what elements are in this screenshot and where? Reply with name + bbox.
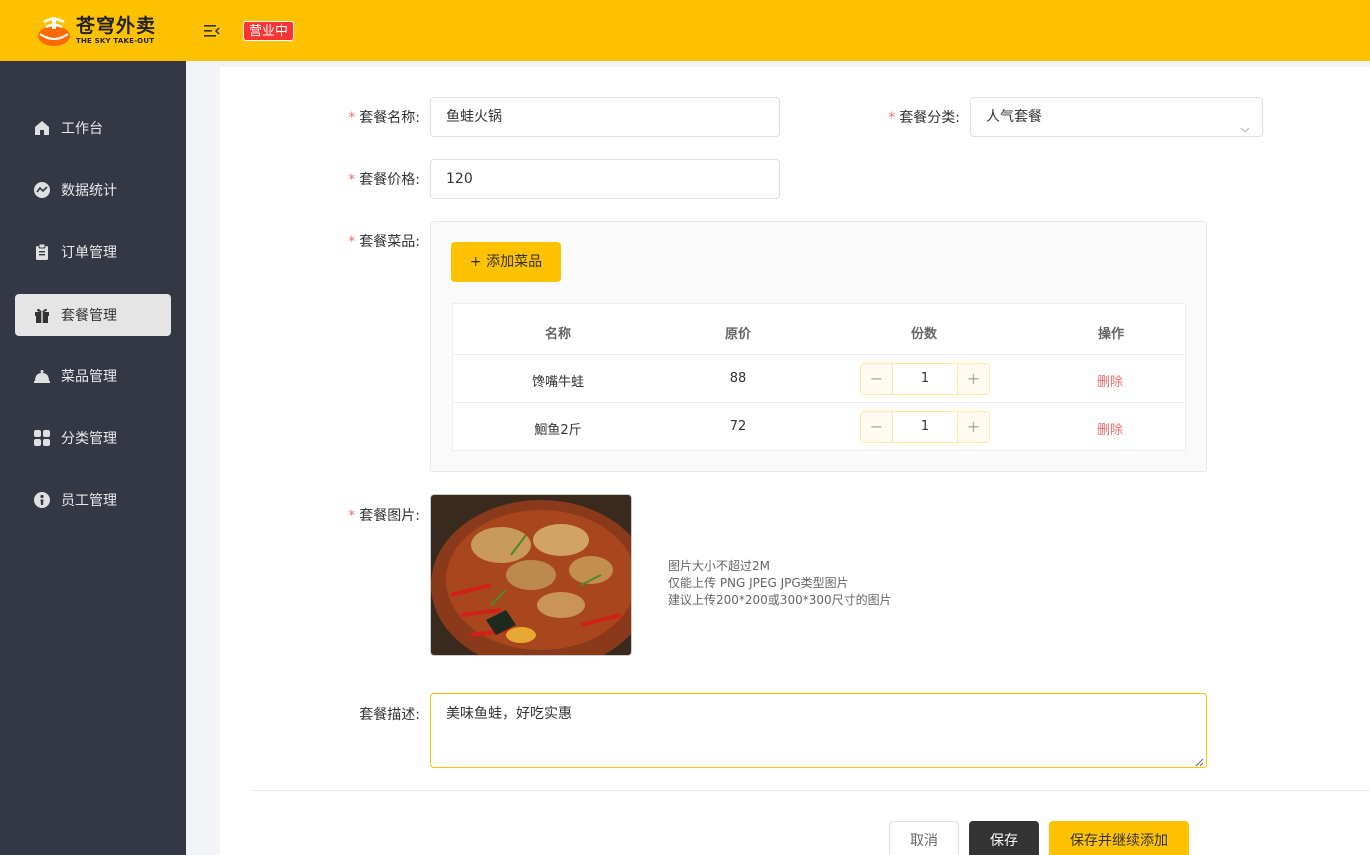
sidebar-item-label: 菜品管理 [61,369,117,385]
quantity-value[interactable]: 1 [893,364,957,394]
setmeal-name-input[interactable]: 鱼蛙火锅 [430,97,780,137]
setmeal-image-upload[interactable] [430,494,632,656]
gift-icon [33,306,51,324]
sidebar-item-label: 分类管理 [61,431,117,447]
logo-title: 苍穹外卖 [76,15,157,37]
collapse-menu-icon[interactable] [204,24,220,38]
table-divider [453,354,1187,355]
dish-price-cell: 72 [729,419,747,434]
upload-hint-line: 图片大小不超过2M [668,559,770,573]
quantity-stepper: − 1 + [860,363,990,395]
quantity-stepper: − 1 + [860,411,990,443]
sidebar: 工作台 数据统计 订单管理 套餐管理 菜品管理 分类管理 员工管理 [0,61,186,855]
resize-handle-icon[interactable] [1194,755,1204,767]
dish-panel: + 添加菜品 名称 原价 份数 操作 馋嘴牛蛙 88 − 1 + 删除 鮰鱼2斤… [430,221,1207,472]
category-label: * 套餐分类: [888,110,960,126]
chevron-down-icon [1240,112,1250,133]
sidebar-item-label: 工作台 [61,121,103,137]
logo-mark-icon [36,14,72,48]
footer-divider [250,790,1370,791]
save-button[interactable]: 保存 [969,821,1039,855]
upload-hint: 图片大小不超过2M 仅能上传 PNG JPEG JPG类型图片 建议上传200*… [668,558,892,609]
home-icon [33,119,51,137]
add-dish-button[interactable]: + 添加菜品 [451,242,561,282]
description-text: 美味鱼蛙，好吃实惠 [446,706,572,722]
cloche-icon [33,367,51,385]
image-label: * 套餐图片: [348,508,420,524]
dish-price-cell: 88 [729,371,747,386]
table-header-name: 名称 [544,327,571,342]
chart-icon [33,181,51,199]
sidebar-item-dishes[interactable]: 菜品管理 [15,355,171,397]
sidebar-item-label: 员工管理 [61,493,117,509]
sidebar-item-categories[interactable]: 分类管理 [15,417,171,459]
sidebar-item-employees[interactable]: 员工管理 [15,479,171,521]
delete-dish-link[interactable]: 删除 [1097,419,1123,438]
dish-table: 名称 原价 份数 操作 馋嘴牛蛙 88 − 1 + 删除 鮰鱼2斤 72 − 1… [452,303,1187,451]
delete-dish-link[interactable]: 删除 [1097,371,1123,390]
clipboard-icon [33,243,51,261]
grid-icon [33,429,51,447]
decrease-quantity-button[interactable]: − [861,412,893,442]
save-and-continue-button[interactable]: 保存并继续添加 [1049,821,1189,855]
cancel-button[interactable]: 取消 [889,821,959,855]
quantity-value[interactable]: 1 [893,412,957,442]
price-label: * 套餐价格: [348,172,420,188]
setmeal-price-input[interactable]: 120 [430,159,780,199]
decrease-quantity-button[interactable]: − [861,364,893,394]
sidebar-item-orders[interactable]: 订单管理 [15,231,171,273]
table-header-qty: 份数 [910,327,937,342]
logo-subtitle: THE SKY TAKE-OUT [76,37,155,45]
desc-label: 套餐描述: [359,707,420,723]
sidebar-item-label: 套餐管理 [61,308,117,324]
table-header-price: 原价 [724,327,751,342]
table-header-action: 操作 [1097,327,1124,342]
upload-hint-line: 建议上传200*200或300*300尺寸的图片 [668,593,892,607]
hotpot-image [431,495,631,655]
top-header: 苍穹外卖 THE SKY TAKE-OUT 营业中 [0,0,1370,61]
name-label: * 套餐名称: [348,110,420,126]
dishes-label: * 套餐菜品: [348,234,420,250]
dish-name-cell: 馋嘴牛蛙 [531,375,584,390]
dish-name-cell: 鮰鱼2斤 [534,423,582,438]
category-select[interactable]: 人气套餐 [970,97,1263,137]
app-logo: 苍穹外卖 THE SKY TAKE-OUT [36,14,156,48]
setmeal-description-textarea[interactable]: 美味鱼蛙，好吃实惠 [430,693,1207,768]
sidebar-item-workbench[interactable]: 工作台 [15,107,171,149]
business-status-badge: 营业中 [243,21,295,41]
increase-quantity-button[interactable]: + [957,364,989,394]
sidebar-item-label: 订单管理 [61,245,117,261]
increase-quantity-button[interactable]: + [957,412,989,442]
upload-hint-line: 仅能上传 PNG JPEG JPG类型图片 [668,576,849,590]
category-selected-value: 人气套餐 [986,109,1042,125]
sidebar-item-label: 数据统计 [61,183,117,199]
table-divider [453,402,1187,403]
employee-icon [33,491,51,509]
sidebar-item-setmeal[interactable]: 套餐管理 [15,294,171,336]
sidebar-item-statistics[interactable]: 数据统计 [15,169,171,211]
